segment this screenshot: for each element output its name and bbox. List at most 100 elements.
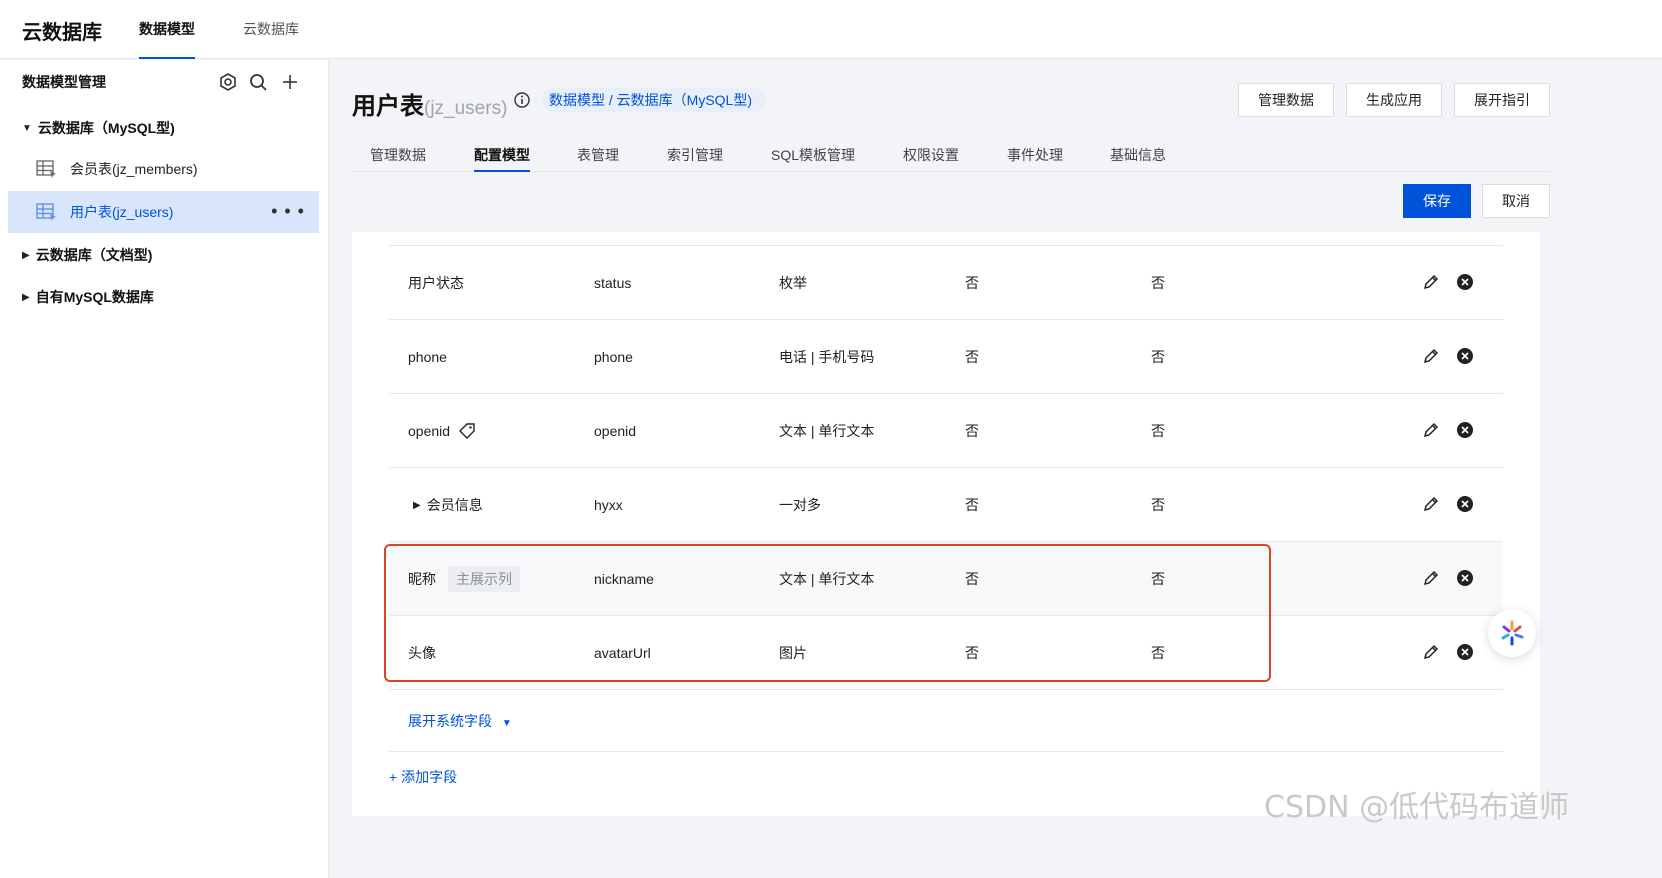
field-flag-1: 否 xyxy=(965,349,979,365)
field-key: hyxx xyxy=(594,497,623,513)
tree-item-users[interactable]: 用户表(jz_users) • • • xyxy=(8,191,319,233)
nav-cloud-db[interactable]: 云数据库 xyxy=(243,0,299,59)
table-row[interactable]: 用户状态 status 枚举 否 否 xyxy=(389,245,1503,319)
tab-basic-info[interactable]: 基础信息 xyxy=(1110,145,1166,165)
field-name: openid xyxy=(408,423,451,439)
delete-icon[interactable] xyxy=(1456,273,1474,291)
delete-icon[interactable] xyxy=(1456,495,1474,513)
page-title: 用户表(jz_users) xyxy=(352,86,507,121)
generate-app-button[interactable]: 生成应用 xyxy=(1346,83,1442,117)
field-list-panel: 用户状态 status 枚举 否 否 phone phone 电话 | 手机号码… xyxy=(352,232,1540,816)
sidebar-title: 数据模型管理 xyxy=(22,74,106,90)
field-key: avatarUrl xyxy=(594,645,651,661)
field-flag-2: 否 xyxy=(1151,497,1165,513)
more-icon[interactable]: • • • xyxy=(271,201,305,222)
edit-icon[interactable] xyxy=(1422,347,1440,365)
expand-system-label: 展开系统字段 xyxy=(408,713,492,729)
row-divider xyxy=(389,689,1503,690)
page-title-text: 用户表 xyxy=(352,93,424,120)
field-name-cell: ▶ 会员信息 xyxy=(413,468,483,542)
field-flag-2: 否 xyxy=(1151,349,1165,365)
tab-table-manage[interactable]: 表管理 xyxy=(577,145,619,165)
tree-group-mysql[interactable]: ▼ 云数据库（MySQL型) xyxy=(22,118,175,138)
tree-group-own-mysql[interactable]: ▶ 自有MySQL数据库 xyxy=(22,287,154,307)
expand-guide-button[interactable]: 展开指引 xyxy=(1454,83,1550,117)
table-row[interactable]: 昵称 主展示列 nickname 文本 | 单行文本 否 否 xyxy=(389,541,1503,615)
caret-down-icon: ▼ xyxy=(501,718,512,729)
table-row[interactable]: openid openid 文本 | 单行文本 否 否 xyxy=(389,393,1503,467)
field-flag-1: 否 xyxy=(965,275,979,291)
field-type: 电话 | 手机号码 xyxy=(779,349,875,365)
breadcrumb[interactable]: 数据模型 / 云数据库（MySQL型) xyxy=(541,88,767,112)
field-type: 文本 | 单行文本 xyxy=(779,571,875,587)
edit-icon[interactable] xyxy=(1422,495,1440,513)
field-name: 昵称 xyxy=(408,571,436,587)
info-icon[interactable] xyxy=(513,91,531,109)
assistant-float-button[interactable] xyxy=(1488,609,1536,657)
table-row[interactable]: ▶ 会员信息 hyxx 一对多 否 否 xyxy=(389,467,1503,541)
tree-group-label: 自有MySQL数据库 xyxy=(35,289,154,305)
tree-group-label: 云数据库（MySQL型) xyxy=(37,120,175,136)
field-type: 一对多 xyxy=(779,497,821,513)
field-name-cell: 昵称 主展示列 xyxy=(408,542,520,616)
delete-icon[interactable] xyxy=(1456,643,1474,661)
tree-item-label: 会员表(jz_members) xyxy=(70,161,198,177)
caret-right-icon[interactable]: ▶ xyxy=(413,500,421,511)
table-icon xyxy=(36,160,56,178)
delete-icon[interactable] xyxy=(1456,569,1474,587)
app-brand: 云数据库 xyxy=(22,22,102,44)
tree-item-members[interactable]: 会员表(jz_members) xyxy=(8,148,319,190)
divider xyxy=(389,751,1503,752)
field-key: nickname xyxy=(594,571,654,587)
field-flag-2: 否 xyxy=(1151,571,1165,587)
tab-index-manage[interactable]: 索引管理 xyxy=(667,145,723,165)
edit-icon[interactable] xyxy=(1422,273,1440,291)
table-row[interactable]: phone phone 电话 | 手机号码 否 否 xyxy=(389,319,1503,393)
field-key: phone xyxy=(594,349,633,365)
table-icon xyxy=(36,203,56,221)
field-key: status xyxy=(594,275,632,291)
cancel-button[interactable]: 取消 xyxy=(1482,184,1550,218)
field-flag-1: 否 xyxy=(965,645,979,661)
delete-icon[interactable] xyxy=(1456,421,1474,439)
add-icon[interactable] xyxy=(280,72,300,92)
watermark: CSDN @低代码布道师 xyxy=(1264,790,1570,825)
tab-permissions[interactable]: 权限设置 xyxy=(903,145,959,165)
field-flag-2: 否 xyxy=(1151,645,1165,661)
caret-right-icon: ▶ xyxy=(22,249,30,261)
tab-events[interactable]: 事件处理 xyxy=(1007,145,1063,165)
tab-bar: 管理数据 配置模型 表管理 索引管理 SQL模板管理 权限设置 事件处理 基础信… xyxy=(352,140,1550,172)
field-type: 文本 | 单行文本 xyxy=(779,423,875,439)
expand-system-fields-link[interactable]: 展开系统字段 ▼ xyxy=(408,711,512,731)
tab-sql-template[interactable]: SQL模板管理 xyxy=(771,145,855,165)
table-row[interactable]: 头像 avatarUrl 图片 否 否 xyxy=(389,615,1503,689)
edit-icon[interactable] xyxy=(1422,569,1440,587)
caret-down-icon: ▼ xyxy=(22,122,32,134)
edit-icon[interactable] xyxy=(1422,421,1440,439)
field-name-cell: openid xyxy=(408,394,476,468)
field-name: 会员信息 xyxy=(426,497,483,513)
delete-icon[interactable] xyxy=(1456,347,1474,365)
manage-data-button[interactable]: 管理数据 xyxy=(1238,83,1334,117)
tree-group-label: 云数据库（文档型) xyxy=(35,247,153,263)
save-button[interactable]: 保存 xyxy=(1403,184,1471,218)
field-type: 枚举 xyxy=(779,275,807,291)
field-flag-2: 否 xyxy=(1151,275,1165,291)
field-name: phone xyxy=(408,349,447,365)
tag-icon[interactable] xyxy=(458,422,476,440)
add-field-link[interactable]: + 添加字段 xyxy=(389,767,457,787)
nav-data-model[interactable]: 数据模型 xyxy=(139,0,195,59)
search-icon[interactable] xyxy=(248,72,268,92)
field-type: 图片 xyxy=(779,645,807,661)
field-flag-1: 否 xyxy=(965,497,979,513)
field-flag-2: 否 xyxy=(1151,423,1165,439)
edit-icon[interactable] xyxy=(1422,643,1440,661)
tab-manage-data[interactable]: 管理数据 xyxy=(370,145,426,165)
page-subtitle: (jz_users) xyxy=(424,98,508,119)
tab-config-model[interactable]: 配置模型 xyxy=(474,145,530,172)
caret-right-icon: ▶ xyxy=(22,291,30,303)
settings-icon[interactable] xyxy=(218,72,238,92)
sidebar: 数据模型管理 ▼ 云数据库（MySQL型) 会员表(jz_members) 用户… xyxy=(0,60,329,878)
tree-group-document[interactable]: ▶ 云数据库（文档型) xyxy=(22,245,152,265)
field-name: 头像 xyxy=(408,645,436,661)
